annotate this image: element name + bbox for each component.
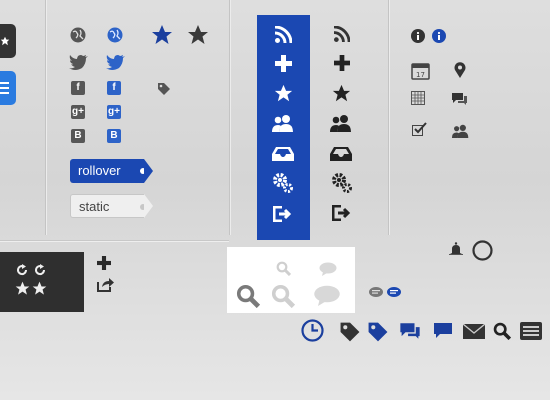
plus-icon[interactable] bbox=[97, 256, 111, 270]
inbox-icon[interactable] bbox=[270, 146, 296, 162]
globe-icon[interactable] bbox=[70, 27, 86, 43]
star-icon[interactable] bbox=[332, 84, 351, 103]
refresh-icon[interactable] bbox=[16, 264, 28, 276]
star-icon bbox=[0, 36, 10, 46]
clock-icon[interactable] bbox=[301, 319, 324, 342]
blogger-icon[interactable]: B bbox=[107, 129, 121, 143]
search-icon[interactable] bbox=[271, 284, 295, 308]
grid-calendar-icon[interactable] bbox=[411, 91, 425, 105]
blogger-icon[interactable]: B bbox=[71, 129, 85, 143]
logout-icon[interactable] bbox=[332, 205, 352, 221]
facebook-icon[interactable]: f bbox=[71, 81, 85, 95]
refresh-icon[interactable] bbox=[34, 264, 46, 276]
star-icon[interactable] bbox=[274, 84, 293, 103]
search-icon[interactable] bbox=[493, 322, 511, 340]
info-icon[interactable] bbox=[411, 29, 425, 43]
facebook-icon[interactable]: f bbox=[107, 81, 121, 95]
divider-h bbox=[0, 240, 229, 241]
comment-icon[interactable] bbox=[433, 322, 453, 340]
tag-icon[interactable] bbox=[367, 321, 389, 343]
googleplus-icon[interactable]: g+ bbox=[71, 105, 85, 119]
divider-3 bbox=[388, 0, 389, 235]
star-button-partial[interactable] bbox=[0, 24, 16, 58]
chat-icon[interactable] bbox=[451, 92, 468, 106]
static-label: static bbox=[79, 199, 110, 214]
logout-icon[interactable] bbox=[273, 206, 293, 222]
gears-icon[interactable] bbox=[331, 172, 353, 194]
googleplus-icon[interactable]: g+ bbox=[107, 105, 121, 119]
star-icon[interactable] bbox=[187, 24, 209, 46]
rss-icon[interactable] bbox=[334, 26, 350, 42]
globe-icon[interactable] bbox=[107, 27, 123, 43]
tag-icon[interactable] bbox=[339, 321, 361, 343]
circle-icon[interactable] bbox=[472, 240, 493, 261]
rollover-label: rollover bbox=[78, 163, 121, 178]
inbox-icon[interactable] bbox=[328, 146, 354, 162]
users-icon[interactable] bbox=[329, 114, 353, 132]
mail-icon[interactable] bbox=[463, 324, 485, 339]
tag-icon[interactable] bbox=[157, 82, 171, 96]
dot-icon bbox=[140, 204, 146, 210]
search-icon[interactable] bbox=[276, 261, 291, 276]
map-pin-icon[interactable] bbox=[454, 62, 466, 78]
static-button[interactable]: static bbox=[70, 194, 153, 218]
plus-icon[interactable] bbox=[334, 55, 350, 71]
comment-icon[interactable] bbox=[313, 285, 341, 306]
plus-icon[interactable] bbox=[275, 55, 292, 72]
menu-button-partial[interactable] bbox=[0, 71, 16, 105]
rss-icon[interactable] bbox=[275, 26, 292, 43]
archive-icon[interactable] bbox=[519, 321, 543, 341]
star-icon[interactable] bbox=[151, 24, 173, 46]
chat-icon[interactable] bbox=[399, 322, 421, 340]
share-icon[interactable] bbox=[97, 277, 115, 292]
calendar-icon[interactable]: 17 bbox=[411, 61, 430, 80]
gears-icon[interactable] bbox=[272, 172, 294, 194]
divider-1 bbox=[45, 0, 46, 235]
chat-icon[interactable] bbox=[368, 286, 402, 300]
checkbox-icon[interactable] bbox=[412, 122, 427, 137]
divider-2 bbox=[229, 0, 230, 235]
menu-icon bbox=[0, 82, 9, 94]
comment-icon[interactable] bbox=[319, 262, 337, 276]
dot-icon bbox=[140, 168, 146, 174]
svg-text:17: 17 bbox=[416, 71, 425, 79]
twitter-icon[interactable] bbox=[106, 54, 126, 70]
users-icon[interactable] bbox=[451, 124, 470, 138]
bell-icon[interactable] bbox=[449, 242, 463, 256]
twitter-icon[interactable] bbox=[69, 54, 89, 70]
rollover-button[interactable]: rollover bbox=[70, 159, 153, 183]
star-icon[interactable] bbox=[32, 281, 47, 296]
info-icon[interactable] bbox=[432, 29, 446, 43]
users-icon[interactable] bbox=[271, 114, 295, 132]
star-icon[interactable] bbox=[15, 281, 30, 296]
search-icon[interactable] bbox=[236, 284, 260, 308]
